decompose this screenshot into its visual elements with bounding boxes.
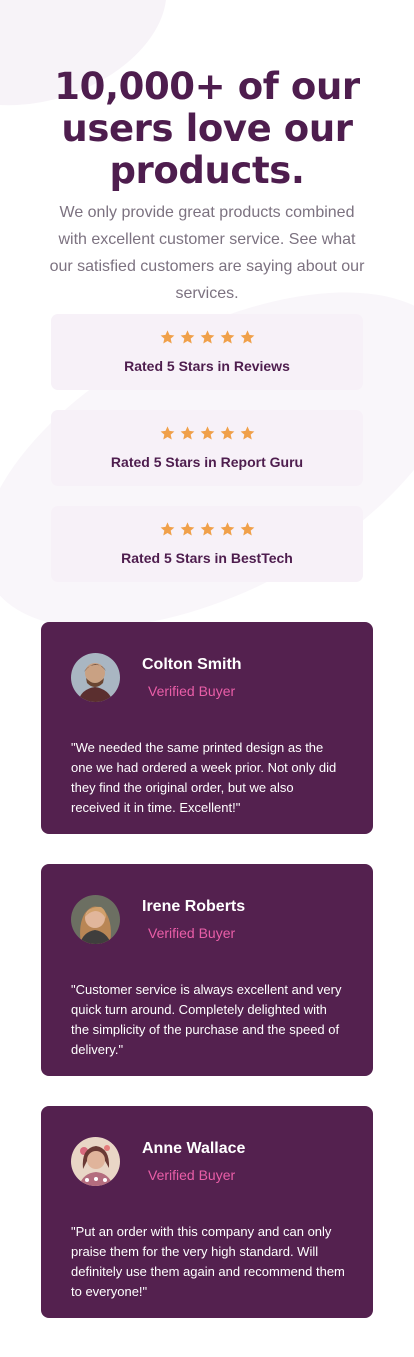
verified-buyer-label: Verified Buyer (148, 683, 236, 699)
hero-title: 10,000+ of our users love our products. (54, 65, 360, 192)
reviewer-name: Irene Roberts (142, 898, 246, 915)
star-icon (200, 522, 214, 536)
star-icon (200, 426, 214, 440)
star-icon (240, 330, 254, 344)
hero-section: 10,000+ of our users love our products. … (0, 66, 414, 307)
star-icon (240, 522, 254, 536)
star-rating (51, 506, 363, 539)
rating-card: Rated 5 Stars in BestTech (51, 506, 363, 582)
verified-buyer-label: Verified Buyer (148, 1167, 236, 1183)
star-icon (180, 330, 194, 344)
star-icon (160, 330, 174, 344)
testimonial-card: Anne Wallace Verified Buyer "Put an orde… (41, 1106, 373, 1318)
testimonial-card: Irene Roberts Verified Buyer "Customer s… (41, 864, 373, 1076)
verified-buyer-label: Verified Buyer (148, 925, 236, 941)
star-icon (220, 330, 234, 344)
rating-card: Rated 5 Stars in Report Guru (51, 410, 363, 486)
testimonials-list: Colton Smith Verified Buyer "We needed t… (41, 622, 373, 1348)
avatar-irene-icon (71, 895, 120, 944)
star-icon (180, 522, 194, 536)
star-icon (220, 426, 234, 440)
rating-card: Rated 5 Stars in Reviews (51, 314, 363, 390)
rating-label: Rated 5 Stars in Report Guru (110, 454, 304, 470)
avatar-colton-icon (71, 653, 120, 702)
rating-label: Rated 5 Stars in Reviews (124, 358, 290, 374)
star-icon (180, 426, 194, 440)
testimonial-quote: "Customer service is always excellent an… (71, 982, 342, 1057)
star-rating (51, 410, 363, 443)
ratings-list: Rated 5 Stars in Reviews Rated 5 Stars i… (51, 314, 363, 602)
hero-description: We only provide great products combined … (49, 204, 365, 302)
testimonial-quote: "Put an order with this company and can … (71, 1224, 345, 1299)
reviewer-name: Anne Wallace (142, 1140, 246, 1157)
rating-label: Rated 5 Stars in BestTech (121, 550, 293, 566)
star-icon (200, 330, 214, 344)
testimonial-card: Colton Smith Verified Buyer "We needed t… (41, 622, 373, 834)
reviewer-name: Colton Smith (142, 656, 242, 673)
star-icon (240, 426, 254, 440)
star-rating (51, 314, 363, 347)
testimonial-quote: "We needed the same printed design as th… (71, 740, 337, 815)
star-icon (160, 426, 174, 440)
star-icon (160, 522, 174, 536)
avatar-anne-icon (71, 1137, 120, 1186)
star-icon (220, 522, 234, 536)
